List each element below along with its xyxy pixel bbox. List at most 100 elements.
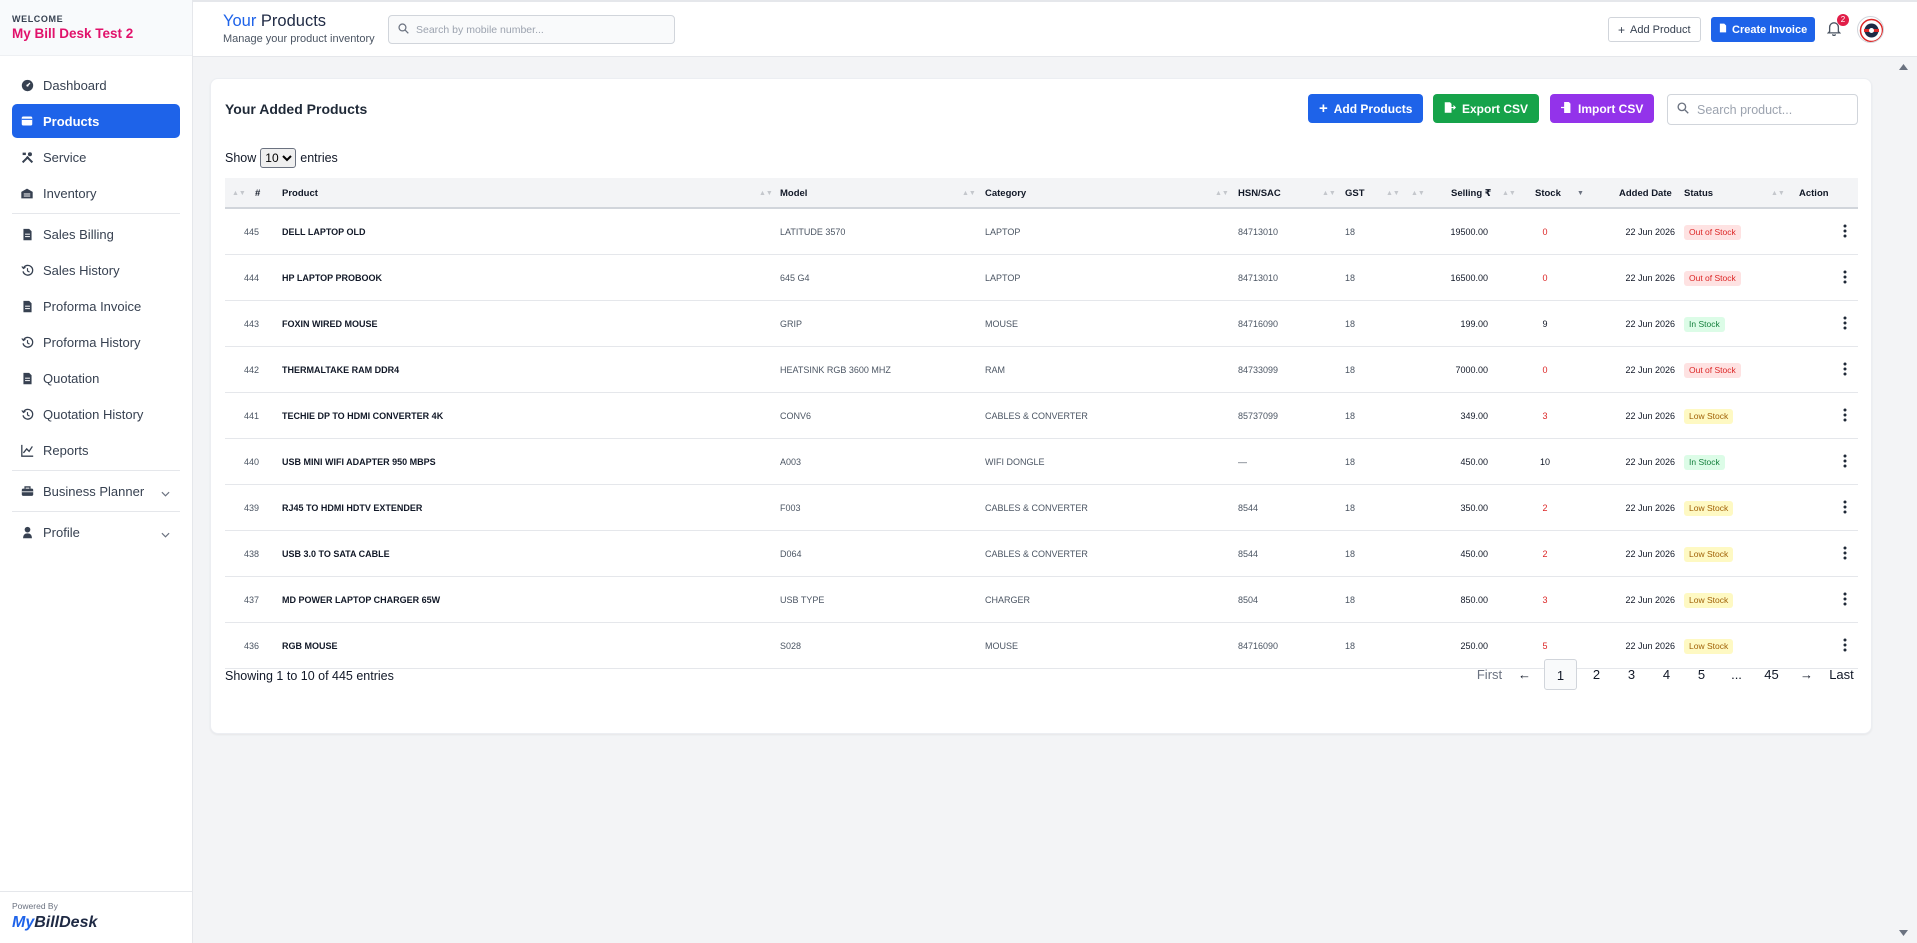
sort-icon[interactable]: ▲▼ [232,178,246,209]
more-actions-icon[interactable] [1843,546,1847,565]
cell-selling: 450.00 [1460,457,1488,467]
divider [12,511,180,512]
mobile-search-input[interactable] [416,23,656,36]
column-header-model[interactable]: Model [780,178,807,209]
table-row[interactable]: 444 HP LAPTOP PROBOOK 645 G4 LAPTOP 84713010… [225,255,1858,301]
more-actions-icon[interactable] [1843,224,1847,243]
cell-added-date: 22 Jun 2026 [1625,503,1675,513]
more-actions-icon[interactable] [1843,454,1847,473]
column-header-status[interactable]: Status [1684,178,1713,209]
page-4[interactable]: 4 [1651,659,1682,690]
column-header-hsn[interactable]: HSN/SAC [1238,178,1281,209]
sidebar-item-label: Dashboard [43,77,107,93]
product-search-box[interactable] [1667,94,1858,125]
sort-icon[interactable]: ▲▼ [1771,178,1785,209]
page-45[interactable]: 45 [1756,659,1787,690]
sidebar: WELCOME My Bill Desk Test 2 Dashboard Pr… [0,0,193,943]
table-row[interactable]: 441 TECHIE DP TO HDMI CONVERTER 4K CONV6 CA… [225,393,1858,439]
sidebar-item-proforma-invoice[interactable]: Proforma Invoice [12,289,180,323]
sort-icon[interactable]: ▲▼ [759,178,773,209]
column-header-id[interactable]: # [255,178,260,209]
sort-icon[interactable]: ▲▼ [962,178,976,209]
status-badge: Low Stock [1684,501,1734,516]
table-body: 445 DELL LAPTOP OLD LATITUDE 3570 LAPTOP 847… [225,209,1858,669]
cell-status: Low Stock [1684,393,1734,439]
more-actions-icon[interactable] [1843,362,1847,381]
sort-icon[interactable]: ▲▼ [1215,178,1229,209]
more-actions-icon[interactable] [1843,638,1847,657]
table-row[interactable]: 440 USB MINI WIFI ADAPTER 950 MBPS A003 WIF… [225,439,1858,485]
page-5[interactable]: 5 [1686,659,1717,690]
column-header-stock[interactable]: Stock [1535,178,1561,209]
sidebar-item-label: Service [43,149,87,165]
sidebar-item-proforma-history[interactable]: Proforma History [12,325,180,359]
page-next[interactable]: → [1791,659,1822,690]
sort-icon[interactable]: ▲▼ [1411,178,1425,209]
column-header-category[interactable]: Category [985,178,1026,209]
page-prev[interactable]: ← [1509,659,1540,690]
page-3[interactable]: 3 [1616,659,1647,690]
create-invoice-button[interactable]: Create Invoice [1711,17,1816,42]
column-header-added-date[interactable]: Added Date [1619,178,1672,209]
export-csv-button[interactable]: Export CSV [1433,94,1540,123]
history-icon [20,335,34,349]
more-actions-icon[interactable] [1843,408,1847,427]
cell-model: USB TYPE [780,595,825,605]
column-header-selling[interactable]: Selling ₹ [1451,178,1491,209]
avatar[interactable] [1857,16,1884,43]
sidebar-item-inventory[interactable]: Inventory [12,176,180,210]
tools-icon [20,150,34,164]
table-row[interactable]: 437 MD POWER LAPTOP CHARGER 65W USB TYPE CH… [225,577,1858,623]
more-actions-icon[interactable] [1843,500,1847,519]
sidebar-item-dashboard[interactable]: Dashboard [12,68,180,102]
sidebar-item-reports[interactable]: Reports [12,433,180,467]
cell-status: Low Stock [1684,485,1734,531]
table-row[interactable]: 445 DELL LAPTOP OLD LATITUDE 3570 LAPTOP 847… [225,209,1858,255]
cell-model: 645 G4 [780,273,810,283]
column-header-product[interactable]: Product [282,178,318,209]
page-size-select[interactable]: 10 [260,148,297,168]
sidebar-item-sales-history[interactable]: Sales History [12,253,180,287]
sidebar-item-quotation[interactable]: Quotation [12,361,180,395]
sidebar-item-label: Profile [43,524,80,540]
status-badge: Out of Stock [1684,225,1741,240]
product-search-input[interactable] [1697,102,1857,117]
scrollbar[interactable] [1890,57,1917,943]
cell-gst: 18 [1345,641,1356,651]
table-row[interactable]: 442 THERMALTAKE RAM DDR4 HEATSINK RGB 3600… [225,347,1858,393]
cell-selling: 7000.00 [1455,365,1488,375]
sort-desc-icon[interactable]: ▼ [1577,178,1584,209]
page-2[interactable]: 2 [1581,659,1612,690]
import-csv-button[interactable]: Import CSV [1550,94,1655,123]
cell-stock: 2 [1542,503,1548,513]
sidebar-item-business-planner[interactable]: Business Planner [12,474,180,508]
page-1[interactable]: 1 [1544,659,1577,690]
sidebar-item-sales-billing[interactable]: Sales Billing [12,217,180,251]
add-product-button[interactable]: + Add Product [1608,17,1701,42]
welcome-label: WELCOME [12,14,64,24]
sort-icon[interactable]: ▲▼ [1322,178,1336,209]
page-first[interactable]: First [1474,659,1505,690]
sort-icon[interactable]: ▲▼ [1386,178,1400,209]
more-actions-icon[interactable] [1843,316,1847,335]
sidebar-item-products[interactable]: Products [12,104,180,138]
sidebar-item-profile[interactable]: Profile [12,515,180,549]
cell-model: LATITUDE 3570 [780,227,846,237]
add-products-button[interactable]: + Add Products [1308,94,1424,123]
products-table: ▲▼ # Product ▲▼ Model ▲▼ Category ▲▼ HSN… [225,178,1858,669]
more-actions-icon[interactable] [1843,270,1847,289]
cell-added-date: 22 Jun 2026 [1625,549,1675,559]
column-header-gst[interactable]: GST [1345,178,1365,209]
sidebar-item-quotation-history[interactable]: Quotation History [12,397,180,431]
sidebar-item-service[interactable]: Service [12,140,180,174]
history-icon [20,407,34,421]
more-actions-icon[interactable] [1843,592,1847,611]
table-row[interactable]: 439 RJ45 TO HDMI HDTV EXTENDER F003 CABLES … [225,485,1858,531]
pagination: First ← 1 2 3 4 5 ... 45 → Last [1470,659,1857,690]
card-title: Your Added Products [225,101,368,117]
table-row[interactable]: 443 FOXIN WIRED MOUSE GRIP MOUSE 84716090 18 1… [225,301,1858,347]
page-last[interactable]: Last [1826,659,1857,690]
sort-icon[interactable]: ▲▼ [1502,178,1516,209]
mobile-search-box[interactable] [388,15,675,44]
table-row[interactable]: 438 USB 3.0 TO SATA CABLE D064 CABLES & CON… [225,531,1858,577]
